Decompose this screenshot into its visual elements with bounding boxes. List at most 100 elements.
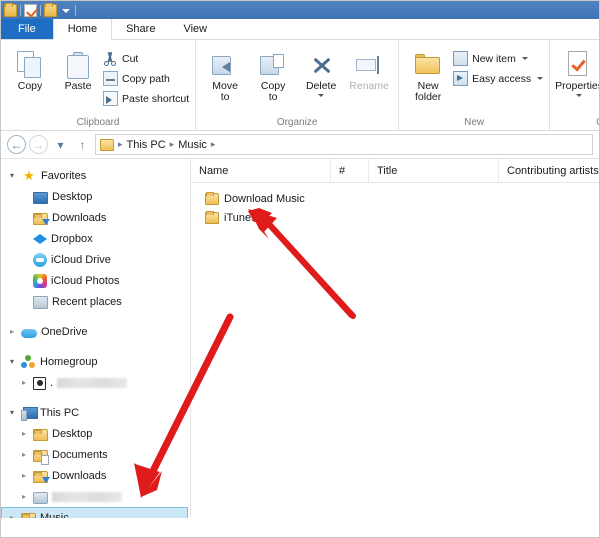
cut-button-label: Cut xyxy=(122,52,139,65)
sidebar-item-icloud-drive[interactable]: ▸ iCloud Drive xyxy=(1,249,190,270)
sidebar-section-label: This PC xyxy=(40,406,80,419)
copy-to-button[interactable]: Copy to xyxy=(250,46,296,103)
title-bar xyxy=(1,1,599,19)
chevron-down-icon[interactable] xyxy=(318,94,325,97)
downloads-folder-icon xyxy=(33,470,50,483)
tab-home[interactable]: Home xyxy=(52,19,113,40)
chevron-down-icon[interactable]: ▾ xyxy=(7,408,17,417)
documents-folder-icon xyxy=(33,449,49,465)
sidebar-item-label: iCloud Drive xyxy=(51,253,111,266)
chevron-down-icon[interactable]: ▾ xyxy=(7,357,17,366)
copy-button[interactable]: Copy xyxy=(7,46,53,92)
table-row[interactable]: Download Music xyxy=(191,189,599,208)
sidebar-item-downloads-pc[interactable]: ▸ Downloads xyxy=(1,465,190,486)
copy-to-icon xyxy=(260,49,286,81)
sidebar-item-desktop-pc[interactable]: ▸ Desktop xyxy=(1,423,190,444)
dropbox-icon xyxy=(33,233,47,246)
folder-icon xyxy=(205,191,219,205)
redacted-username xyxy=(57,377,128,388)
sidebar-item-recent-places[interactable]: ▸ Recent places xyxy=(1,291,190,312)
forward-button[interactable]: → xyxy=(29,135,48,154)
sidebar-item-icloud-photos[interactable]: ▸ iCloud Photos xyxy=(1,270,190,291)
sidebar-section-onedrive[interactable]: ▸ OneDrive xyxy=(1,321,190,342)
sidebar-item-documents[interactable]: ▸ Documents xyxy=(1,444,190,465)
explorer-content: ▾ ★ Favorites ▸ Desktop ▸ Downloads ▸ Dr… xyxy=(1,159,599,518)
table-row[interactable]: iTunes xyxy=(191,208,599,227)
copy-path-button-label: Copy path xyxy=(122,72,170,85)
chevron-right-icon[interactable]: ▸ xyxy=(7,513,17,518)
file-list-pane[interactable]: Name # Title Contributing artists Downlo… xyxy=(191,159,599,518)
copy-icon xyxy=(17,49,43,81)
move-to-icon xyxy=(212,49,238,81)
sidebar-item-label: Downloads xyxy=(52,469,107,482)
paste-button[interactable]: Paste xyxy=(55,46,101,92)
chevron-down-icon[interactable] xyxy=(60,4,72,16)
folder-icon[interactable] xyxy=(4,2,17,17)
new-item-button[interactable]: New item xyxy=(453,50,543,67)
icloud-photos-icon xyxy=(33,274,47,288)
properties-button[interactable]: Properties xyxy=(555,46,599,97)
up-button[interactable]: ↑ xyxy=(73,135,92,154)
chevron-right-icon[interactable]: ▸ xyxy=(19,429,29,438)
sidebar-section-favorites[interactable]: ▾ ★ Favorites xyxy=(1,165,190,186)
properties-icon xyxy=(566,49,592,81)
column-header-title[interactable]: Title xyxy=(369,159,499,183)
chevron-down-icon[interactable] xyxy=(537,77,544,80)
folder-icon xyxy=(205,210,219,224)
chevron-right-icon[interactable]: ▸ xyxy=(19,471,29,480)
paste-shortcut-icon xyxy=(103,91,118,106)
recent-locations-button[interactable]: ▾ xyxy=(51,135,70,154)
properties-button-label: Properties xyxy=(555,80,599,92)
sidebar-item-desktop[interactable]: ▸ Desktop xyxy=(1,186,190,207)
folder-icon[interactable] xyxy=(44,2,57,17)
chevron-down-icon[interactable] xyxy=(521,57,528,60)
column-header-name[interactable]: Name xyxy=(191,159,331,183)
column-header-number[interactable]: # xyxy=(331,159,369,183)
chevron-right-icon[interactable]: ▸ xyxy=(19,492,29,501)
breadcrumb[interactable]: ▸ This PC ▸ Music ▸ xyxy=(95,134,593,155)
sidebar-item-redacted-drive[interactable]: ▸ xyxy=(1,486,190,507)
chevron-down-icon[interactable] xyxy=(576,94,583,97)
sidebar-section-label: Homegroup xyxy=(40,355,98,368)
copy-to-button-label2: to xyxy=(268,91,278,103)
cut-button[interactable]: Cut xyxy=(103,50,189,67)
breadcrumb-item-music[interactable]: Music xyxy=(178,139,207,151)
new-folder-button[interactable]: New folder xyxy=(405,46,451,103)
move-to-button[interactable]: Move to xyxy=(202,46,248,103)
sidebar-section-this-pc[interactable]: ▾ This PC xyxy=(1,402,190,423)
icloud-drive-icon xyxy=(33,253,47,267)
easy-access-button[interactable]: Easy access xyxy=(453,70,544,87)
sidebar-item-downloads[interactable]: ▸ Downloads xyxy=(1,207,190,228)
onedrive-icon xyxy=(21,327,37,339)
tab-file[interactable]: File xyxy=(1,19,53,39)
cut-icon xyxy=(103,51,118,66)
properties-check-icon[interactable] xyxy=(24,3,37,17)
file-explorer-window: File Home Share View Copy Paste Cut Copy… xyxy=(0,0,600,538)
new-folder-icon xyxy=(415,49,441,81)
toolbar-separator xyxy=(40,4,41,16)
navigation-pane[interactable]: ▾ ★ Favorites ▸ Desktop ▸ Downloads ▸ Dr… xyxy=(1,159,191,518)
chevron-right-icon[interactable]: ▸ xyxy=(19,378,29,387)
chevron-down-icon[interactable]: ▾ xyxy=(7,171,17,180)
toolbar-separator xyxy=(75,4,76,16)
delete-button[interactable]: Delete xyxy=(298,46,344,97)
tab-share[interactable]: Share xyxy=(112,19,169,39)
sidebar-item-homegroup-user[interactable]: ▸ . xyxy=(1,372,190,393)
user-icon xyxy=(33,376,46,390)
paste-icon xyxy=(67,49,89,81)
ribbon: Copy Paste Cut Copy path Paste shortcut … xyxy=(1,40,599,131)
sidebar-item-prefix: . xyxy=(50,376,54,389)
sidebar-section-homegroup[interactable]: ▾ Homegroup xyxy=(1,351,190,372)
tab-view[interactable]: View xyxy=(169,19,221,39)
chevron-right-icon[interactable]: ▸ xyxy=(19,450,29,459)
copy-path-button[interactable]: Copy path xyxy=(103,70,189,87)
sidebar-item-dropbox[interactable]: ▸ Dropbox xyxy=(1,228,190,249)
sidebar-item-music[interactable]: ▸ Music xyxy=(1,507,188,518)
breadcrumb-separator: ▸ xyxy=(210,139,216,149)
paste-shortcut-button[interactable]: Paste shortcut xyxy=(103,90,189,107)
back-button[interactable]: ← xyxy=(7,135,26,154)
breadcrumb-item-this-pc[interactable]: This PC xyxy=(127,139,166,151)
chevron-right-icon[interactable]: ▸ xyxy=(7,327,17,336)
column-header-contributing-artists[interactable]: Contributing artists xyxy=(499,159,599,183)
